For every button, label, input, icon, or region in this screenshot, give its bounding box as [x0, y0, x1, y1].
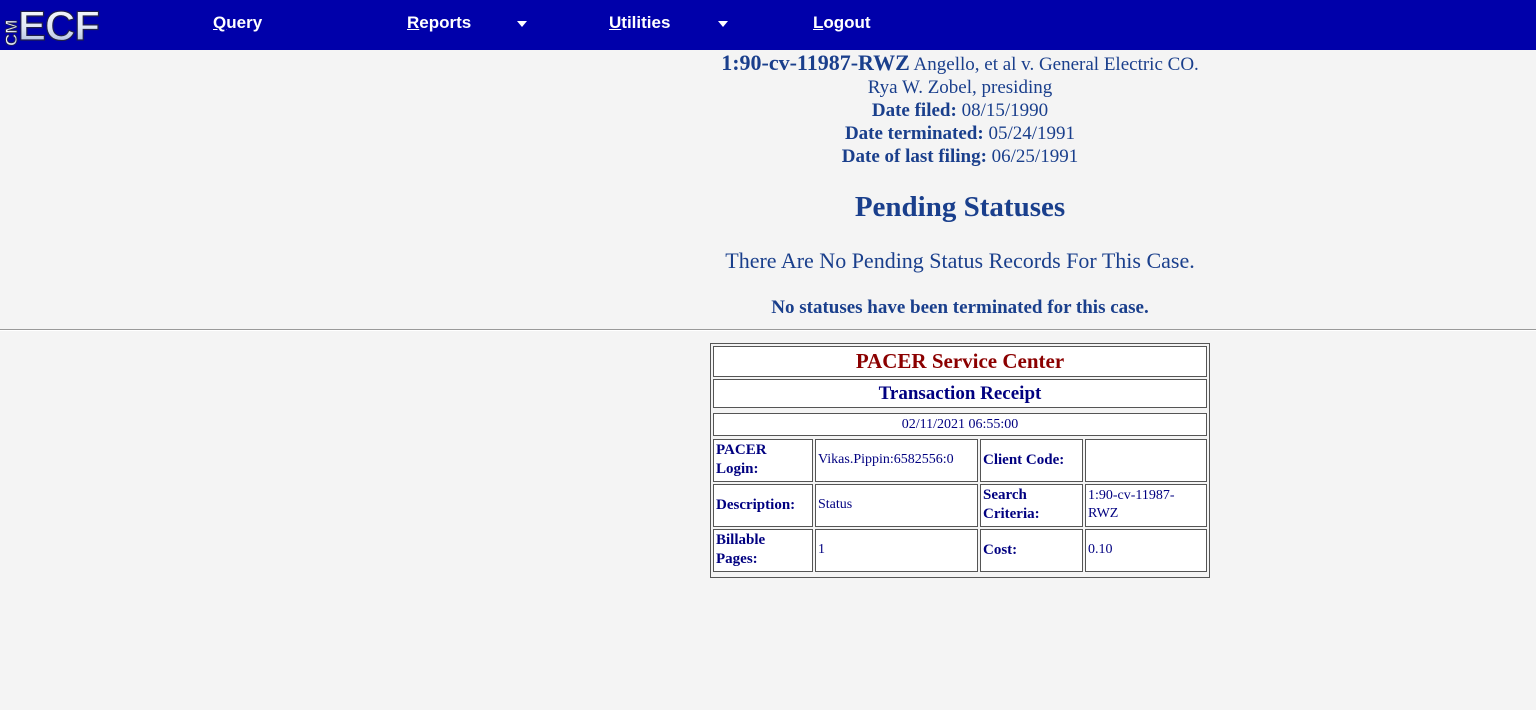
pacer-receipt-table: PACER Service Center Transaction Receipt…: [710, 343, 1210, 578]
receipt-timestamp: 02/11/2021 06:55:00: [713, 413, 1207, 436]
client-code-label: Client Code:: [980, 439, 1083, 482]
billable-pages-label: Billable Pages:: [713, 529, 813, 572]
description-value: Status: [815, 484, 978, 527]
nav-reports[interactable]: Reports: [407, 13, 471, 33]
nav-query-label: uery: [226, 13, 263, 32]
login-value: Vikas.Pippin:6582556:0: [815, 439, 978, 482]
date-filed-label: Date filed:: [871, 100, 957, 121]
date-terminated-row: Date terminated: 05/24/1991: [660, 122, 1260, 145]
client-code-value: [1085, 439, 1207, 482]
search-criteria-value: 1:90-cv-11987-RWZ: [1085, 484, 1207, 527]
receipt-service-center: PACER Service Center: [713, 346, 1207, 377]
login-label: PACER Login:: [713, 439, 813, 482]
nav-utilities-label: tilities: [621, 13, 671, 32]
date-terminated-label: Date terminated:: [844, 123, 984, 144]
utilities-dropdown-caret-icon[interactable]: [718, 21, 728, 27]
description-label: Description:: [713, 484, 813, 527]
receipt-title: Transaction Receipt: [713, 379, 1207, 408]
cmecf-logo[interactable]: CM ECF: [0, 0, 118, 50]
case-header: 1:90-cv-11987-RWZ Angello, et al v. Gene…: [660, 51, 1260, 168]
case-number: 1:90-cv-11987-RWZ: [721, 50, 910, 75]
date-last-filing-row: Date of last filing: 06/25/1991: [660, 145, 1260, 168]
nav-query[interactable]: Query: [213, 13, 262, 33]
date-last-filing-label: Date of last filing:: [841, 146, 987, 167]
billable-pages-value: 1: [815, 529, 978, 572]
pending-statuses-heading: Pending Statuses: [854, 191, 1066, 223]
nav-query-hotkey: Q: [213, 13, 227, 32]
nav-reports-hotkey: R: [407, 13, 420, 32]
nav-logout-hotkey: L: [813, 13, 824, 32]
date-last-filing-value: 06/25/1991: [991, 146, 1079, 167]
date-terminated-value: 05/24/1991: [988, 123, 1076, 144]
cost-label: Cost:: [980, 529, 1083, 572]
nav-logout-label: ogout: [823, 13, 871, 32]
case-title: Angello, et al v. General Electric CO.: [913, 54, 1199, 75]
search-criteria-label: Search Criteria:: [980, 484, 1083, 527]
svg-text:ECF: ECF: [18, 2, 99, 49]
nav-logout[interactable]: Logout: [813, 13, 871, 33]
case-caption: 1:90-cv-11987-RWZ Angello, et al v. Gene…: [660, 51, 1260, 76]
no-pending-message: There Are No Pending Status Records For …: [725, 248, 1195, 273]
section-divider: [0, 329, 1536, 331]
no-terminated-message: No statuses have been terminated for thi…: [771, 297, 1149, 318]
nav-utilities-hotkey: U: [609, 13, 622, 32]
case-judge: Rya W. Zobel, presiding: [867, 77, 1053, 98]
cost-value: 0.10: [1085, 529, 1207, 572]
date-filed-value: 08/15/1990: [961, 100, 1049, 121]
nav-utilities[interactable]: Utilities: [609, 13, 670, 33]
reports-dropdown-caret-icon[interactable]: [517, 21, 527, 27]
top-nav-bar: CM ECF Query Reports Utilities Logout: [0, 0, 1536, 50]
date-filed-row: Date filed: 08/15/1990: [660, 99, 1260, 122]
nav-reports-label: eports: [419, 13, 472, 32]
